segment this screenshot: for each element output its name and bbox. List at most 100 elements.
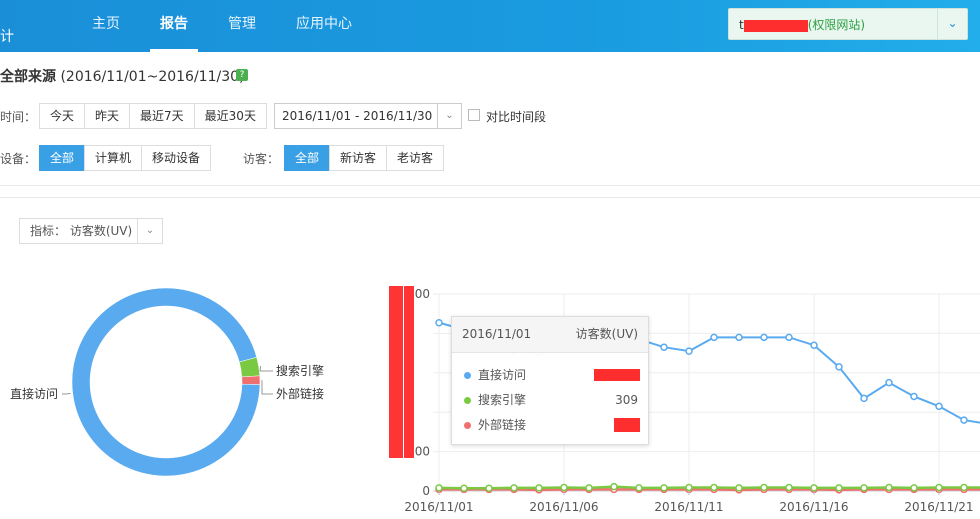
tooltip-row-direct: 直接访问 [452, 363, 648, 388]
data-point[interactable] [860, 394, 868, 403]
data-point[interactable] [860, 484, 868, 492]
data-point[interactable] [435, 484, 443, 492]
device-mobile-button[interactable]: 移动设备 [141, 145, 212, 171]
tooltip-row-external: 外部链接 [452, 413, 648, 438]
tooltip-row-label: 搜索引擎 [478, 393, 527, 407]
page-title: 全部来源 (2016/11/01~2016/11/30) [0, 66, 245, 86]
nav-app-center[interactable]: 应用中心 [288, 0, 360, 52]
donut-slice[interactable] [71, 287, 261, 477]
time-30days-button[interactable]: 最近30天 [193, 103, 267, 129]
data-point[interactable] [685, 483, 693, 492]
time-yesterday-button[interactable]: 昨天 [84, 103, 131, 129]
compare-checkbox[interactable] [468, 109, 480, 121]
x-tick-label: 2016/11/01 [404, 500, 473, 514]
tooltip-row-search: 搜索引擎 309 [452, 388, 648, 413]
donut-label-line [259, 366, 273, 372]
donut-label-line [62, 392, 71, 395]
nav-home[interactable]: 主页 [80, 0, 132, 52]
data-point[interactable] [910, 392, 918, 401]
visitor-options: 全部 新访客 老访客 [284, 145, 445, 171]
time-7days-button[interactable]: 最近7天 [129, 103, 195, 129]
tooltip-row-value: 309 [615, 393, 638, 407]
data-point[interactable] [710, 333, 718, 342]
data-point[interactable] [510, 484, 518, 492]
data-point[interactable] [960, 483, 968, 492]
data-point[interactable] [710, 483, 718, 492]
donut-label: 外部链接 [276, 386, 324, 401]
series-line [438, 485, 980, 490]
legend-dot [464, 422, 471, 429]
data-point[interactable] [585, 484, 593, 492]
x-tick-label: 2016/11/21 [904, 500, 973, 514]
data-point[interactable] [935, 483, 943, 492]
x-tick-label: 2016/11/11 [654, 500, 723, 514]
metric-value: 访客数(UV) [69, 224, 133, 238]
data-point[interactable] [660, 343, 668, 351]
device-options: 全部 计算机 移动设备 [39, 145, 212, 171]
data-point[interactable] [735, 484, 743, 492]
top-navbar: 计 主页 报告 管理 应用中心 t (权限网站) ⌄ [0, 0, 980, 52]
data-point[interactable] [610, 482, 618, 491]
data-point[interactable] [810, 341, 818, 349]
site-selector[interactable]: t (权限网站) ⌄ [728, 8, 968, 40]
data-point[interactable] [460, 484, 468, 492]
data-point[interactable] [635, 484, 643, 492]
brand-label: 计 [0, 29, 14, 45]
nav-reports[interactable]: 报告 [150, 0, 198, 52]
data-point[interactable] [660, 484, 668, 492]
redacted-value [594, 369, 640, 381]
data-point[interactable] [785, 483, 793, 492]
time-quick-options: 今天 昨天 最近7天 最近30天 [39, 103, 267, 129]
data-point[interactable] [485, 484, 493, 492]
legend-dot [464, 397, 471, 404]
x-tick-label: 2016/11/16 [779, 500, 848, 514]
visitor-all-button[interactable]: 全部 [284, 145, 331, 171]
page-title-range: (2016/11/01~2016/11/30) [60, 69, 245, 85]
nav-manage[interactable]: 管理 [218, 0, 266, 52]
data-point[interactable] [760, 483, 768, 492]
y-tick-label: 0 [422, 484, 430, 498]
tooltip-header: 2016/11/01 访客数(UV) [452, 317, 648, 353]
data-point[interactable] [435, 319, 443, 327]
visitor-returning-button[interactable]: 老访客 [386, 145, 445, 171]
donut-slice[interactable] [241, 375, 261, 385]
data-point[interactable] [885, 378, 893, 387]
device-all-button[interactable]: 全部 [39, 145, 86, 171]
tooltip-row-label: 外部链接 [478, 418, 527, 432]
page-title-main: 全部来源 [0, 69, 56, 85]
donut-label-line [261, 380, 273, 395]
data-point[interactable] [935, 402, 943, 411]
divider [0, 185, 980, 186]
data-point[interactable] [835, 484, 843, 492]
chevron-down-icon[interactable]: ⌄ [437, 104, 461, 128]
visitor-new-button[interactable]: 新访客 [329, 145, 388, 171]
data-point[interactable] [960, 416, 968, 424]
visitor-label: 访客： [243, 152, 280, 166]
data-point[interactable] [885, 483, 893, 492]
tooltip-metric: 访客数(UV) [575, 327, 638, 341]
site-permission: (权限网站) [807, 18, 866, 32]
data-point[interactable] [760, 333, 768, 342]
time-today-button[interactable]: 今天 [39, 103, 86, 129]
redacted-value [614, 418, 640, 432]
donut-chart: 直接访问 搜索引擎外部链接 [10, 287, 324, 477]
data-point[interactable] [685, 347, 693, 355]
device-label: 设备： [0, 152, 37, 166]
data-point[interactable] [535, 484, 543, 492]
data-point[interactable] [560, 483, 568, 492]
chevron-down-icon[interactable]: ⌄ [937, 9, 967, 39]
data-point[interactable] [785, 333, 793, 342]
metric-selector[interactable]: 指标： 访客数(UV) ⌄ [19, 218, 163, 244]
data-point[interactable] [910, 484, 918, 492]
y-tick-label: 00 [415, 287, 430, 301]
data-point[interactable] [810, 484, 818, 492]
date-range-picker[interactable]: 2016/11/01 - 2016/11/30 ⌄ [274, 103, 462, 129]
data-point[interactable] [835, 363, 843, 371]
device-computer-button[interactable]: 计算机 [84, 145, 143, 171]
divider [0, 197, 980, 198]
chevron-down-icon[interactable]: ⌄ [137, 219, 162, 243]
help-icon[interactable]: ? [236, 69, 248, 81]
redacted-site-name [743, 19, 808, 32]
data-point[interactable] [735, 333, 743, 342]
donut-label: 搜索引擎 [276, 363, 324, 378]
